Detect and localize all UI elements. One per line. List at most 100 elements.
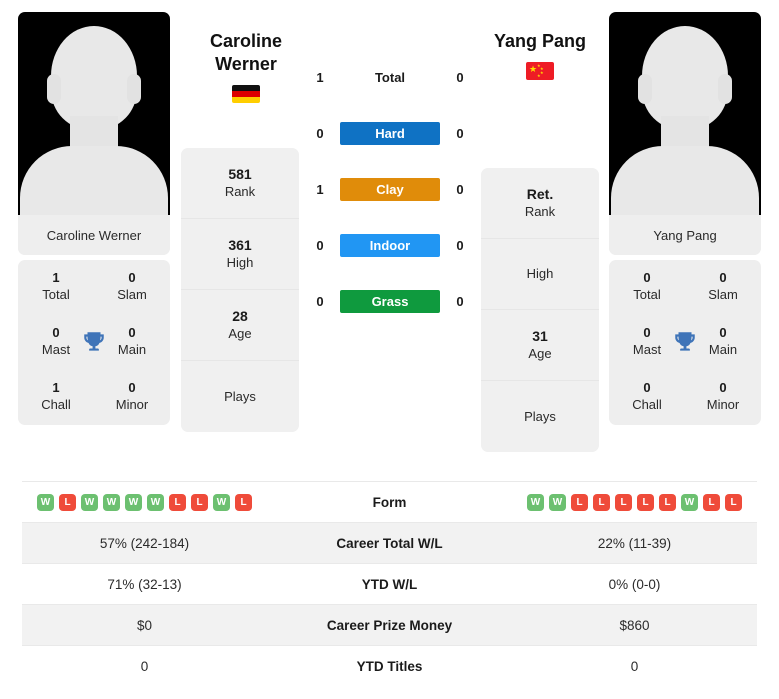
right-form-badge[interactable]: L [703, 493, 720, 511]
left-form-badge[interactable]: W [125, 493, 142, 511]
right-titles-minor-label: Minor [706, 397, 740, 412]
left-rank-row-rank: 581 Rank [181, 148, 299, 219]
china-flag-icon: ★ ★ ★ ★ ★ [526, 62, 554, 80]
surface-indoor-badge[interactable]: Indoor [340, 233, 440, 257]
right-rank-row-rank: Ret. Rank [481, 168, 599, 239]
right-titles-chall-label: Chall [632, 397, 662, 412]
left-titles-slam: 0 Slam [94, 270, 170, 303]
left-form-cell: WLWWWWLLWL [22, 493, 267, 511]
surface-grass-badge[interactable]: Grass [340, 289, 440, 313]
surface-indoor-left-value: 0 [316, 237, 324, 253]
left-player-column: Caroline Werner 1 Total 0 Slam 0 Mast 0 [18, 12, 170, 425]
right-plays-label: Plays [524, 408, 556, 424]
right-titles-slam-label: Slam [708, 287, 738, 302]
right-high-label: High [526, 266, 554, 281]
right-titles-total: 0 Total [609, 270, 685, 303]
left-form-badge[interactable]: W [213, 493, 230, 511]
right-titles-slam-value: 0 [719, 270, 727, 285]
left-form-badge[interactable]: W [103, 493, 120, 511]
left-titles-card: 1 Total 0 Slam 0 Mast 0 Main 1 Chall 0 M… [18, 260, 170, 425]
trophy-icon [84, 331, 104, 351]
table-row-form: WLWWWWLLWL Form WWLLLLLWLL [22, 481, 757, 522]
right-form-strip: WWLLLLLWLL [512, 493, 757, 511]
left-rank-value: 581 [228, 166, 252, 182]
left-form-strip: WLWWWWLLWL [22, 493, 267, 511]
trophy-icon [675, 331, 695, 351]
row-label-ytd-wl: YTD W/L [361, 576, 418, 592]
right-titles-grid: 0 Total 0 Slam 0 Mast 0 Main 0 Chall 0 M… [609, 270, 761, 413]
surface-total-left-value: 1 [316, 69, 324, 85]
right-player-column: Yang Pang 0 Total 0 Slam 0 Mast 0 Main 0… [609, 12, 761, 425]
left-form-badge[interactable]: L [59, 493, 76, 511]
right-form-badge[interactable]: L [659, 493, 676, 511]
right-titles-card: 0 Total 0 Slam 0 Mast 0 Main 0 Chall 0 M… [609, 260, 761, 425]
left-titles-minor-label: Minor [115, 397, 149, 412]
right-titles-total-label: Total [633, 287, 661, 302]
left-titles-chall-value: 1 [52, 380, 60, 395]
left-career-total-wl: 57% (242-184) [99, 535, 190, 551]
player-avatar-placeholder-icon [18, 12, 170, 215]
left-form-badge[interactable]: W [37, 493, 54, 511]
left-form-badge[interactable]: L [191, 493, 208, 511]
table-row-career-prize-money: $0 Career Prize Money $860 [22, 604, 757, 645]
surface-total-right-value: 0 [456, 69, 464, 85]
left-player-name-line1: Caroline [209, 31, 283, 51]
right-form-badge[interactable]: L [637, 493, 654, 511]
surface-grass-left-value: 0 [316, 293, 324, 309]
left-titles-chall: 1 Chall [18, 380, 94, 413]
surface-total-label: Total [374, 69, 406, 85]
right-player-name-line1: Yang Pang [493, 31, 587, 51]
right-rank-row-plays: Plays [481, 381, 599, 452]
surface-row-total: 1 Total 0 [311, 60, 469, 94]
surface-hard-badge[interactable]: Hard [340, 121, 440, 145]
right-player-header: Yang Pang ★ ★ ★ ★ ★ [473, 30, 607, 80]
left-high-label: High [226, 255, 254, 270]
left-rank-card: 581 Rank 361 High 28 Age Plays [181, 148, 299, 432]
table-row-career-total-wl: 57% (242-184) Career Total W/L 22% (11-3… [22, 522, 757, 563]
surface-titles-column: 1 Total 0 0 Hard 0 1 Clay 0 0 Indoor 0 0… [311, 60, 469, 340]
left-form-badge[interactable]: W [81, 493, 98, 511]
surface-clay-left-value: 1 [316, 181, 324, 197]
left-rank-label: Rank [224, 184, 256, 199]
surface-hard-right-value: 0 [456, 125, 464, 141]
right-career-total-wl: 22% (11-39) [597, 535, 672, 551]
surface-row-grass: 0 Grass 0 [311, 284, 469, 318]
right-avatar-caption: Yang Pang [609, 215, 761, 255]
player-comparison-header: Caroline Werner 1 Total 0 Slam 0 Mast 0 [0, 0, 779, 480]
right-titles-minor: 0 Minor [685, 380, 761, 413]
left-titles-slam-label: Slam [117, 287, 147, 302]
left-ytd-titles: 0 [140, 658, 149, 674]
surface-clay-right-value: 0 [456, 181, 464, 197]
right-form-badge[interactable]: W [549, 493, 566, 511]
left-player-avatar-card[interactable]: Caroline Werner [18, 12, 170, 255]
right-titles-slam: 0 Slam [685, 270, 761, 303]
right-form-cell: WWLLLLLWLL [512, 493, 757, 511]
right-form-badge[interactable]: L [615, 493, 632, 511]
left-form-badge[interactable]: W [147, 493, 164, 511]
right-ytd-wl: 0% (0-0) [608, 576, 661, 592]
right-form-badge[interactable]: L [571, 493, 588, 511]
left-titles-minor-value: 0 [128, 380, 136, 395]
left-form-badge[interactable]: L [235, 493, 252, 511]
right-titles-minor-value: 0 [719, 380, 727, 395]
left-titles-slam-value: 0 [128, 270, 136, 285]
right-form-badge[interactable]: L [725, 493, 742, 511]
surface-clay-badge[interactable]: Clay [340, 177, 440, 201]
right-form-badge[interactable]: L [593, 493, 610, 511]
surface-grass-right-value: 0 [456, 293, 464, 309]
right-titles-chall: 0 Chall [609, 380, 685, 413]
left-titles-minor: 0 Minor [94, 380, 170, 413]
row-label-career-prize-money: Career Prize Money [326, 617, 453, 633]
left-titles-total-value: 1 [52, 270, 60, 285]
player-avatar-placeholder-icon [609, 12, 761, 215]
left-avatar-caption: Caroline Werner [18, 215, 170, 255]
right-form-badge[interactable]: W [527, 493, 544, 511]
left-ytd-wl: 71% (32-13) [107, 576, 182, 592]
head-to-head-stats-table: WLWWWWLLWL Form WWLLLLLWLL 57% (242-184)… [0, 481, 779, 686]
left-form-badge[interactable]: L [169, 493, 186, 511]
right-player-avatar-card[interactable]: Yang Pang [609, 12, 761, 255]
right-form-badge[interactable]: W [681, 493, 698, 511]
left-high-value: 361 [228, 237, 252, 253]
left-titles-chall-label: Chall [41, 397, 71, 412]
right-age-value: 31 [532, 328, 548, 344]
